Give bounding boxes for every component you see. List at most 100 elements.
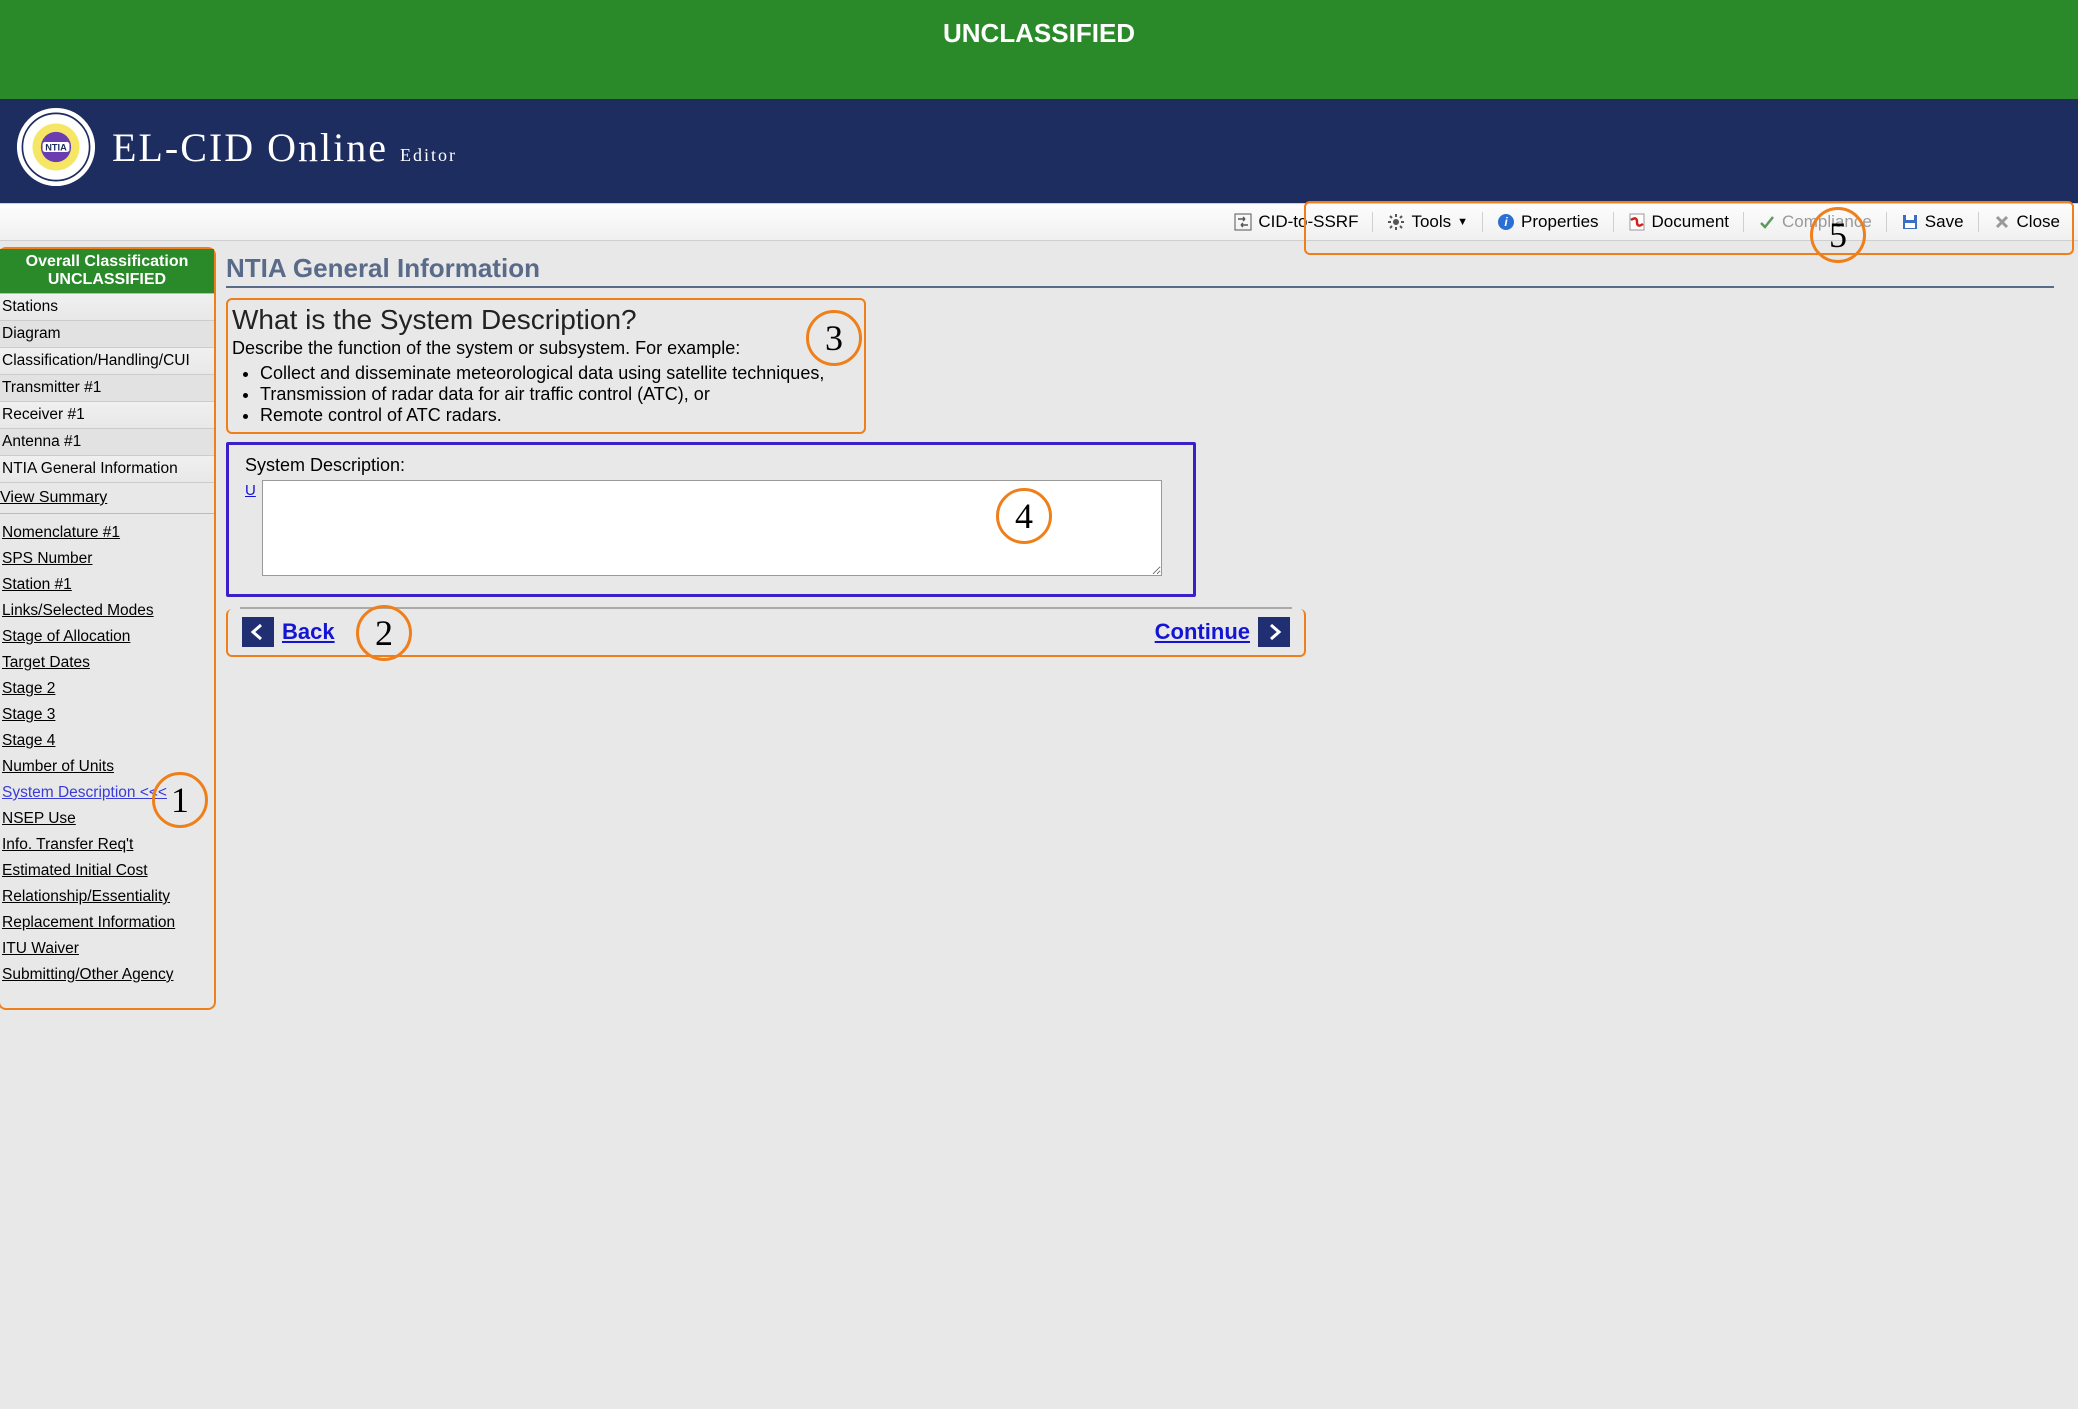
sidebar-link-item[interactable]: Relationship/Essentiality bbox=[0, 884, 214, 910]
sidebar-item-antenna1[interactable]: Antenna #1 bbox=[0, 429, 214, 456]
sidebar-link-label: Info. Transfer Req't bbox=[2, 836, 133, 853]
sidebar-link-item[interactable]: System Description <<< bbox=[0, 780, 214, 806]
system-description-textarea[interactable] bbox=[262, 480, 1162, 576]
tools-dropdown[interactable]: Tools ▼ bbox=[1377, 208, 1478, 236]
sidebar-link-label: Stage 2 bbox=[2, 680, 55, 697]
continue-label: Continue bbox=[1155, 619, 1250, 645]
arrow-right-icon bbox=[1258, 617, 1290, 647]
sidebar-link-label: Relationship/Essentiality bbox=[2, 888, 170, 905]
back-button[interactable]: Back bbox=[242, 617, 335, 647]
sidebar-item-receiver1[interactable]: Receiver #1 bbox=[0, 402, 214, 429]
sidebar-link-item[interactable]: Station #1 bbox=[0, 572, 214, 598]
sidebar-item-transmitter1[interactable]: Transmitter #1 bbox=[0, 375, 214, 402]
classification-text: UNCLASSIFIED bbox=[943, 18, 1135, 48]
sidebar-top-list: Stations Diagram Classification/Handling… bbox=[0, 294, 214, 483]
logo-text: NTIA bbox=[45, 142, 67, 152]
sidebar-link-label: Stage 3 bbox=[2, 706, 55, 723]
separator bbox=[1482, 212, 1483, 232]
sidebar-link-label: ITU Waiver bbox=[2, 940, 79, 957]
classification-banner: UNCLASSIFIED bbox=[0, 0, 2078, 99]
save-label: Save bbox=[1925, 212, 1964, 232]
bullet-item: Remote control of ATC radars. bbox=[260, 405, 856, 426]
save-icon bbox=[1901, 213, 1919, 231]
compliance-button: Compliance bbox=[1748, 208, 1882, 236]
content-area: NTIA General Information What is the Sys… bbox=[216, 241, 2078, 1010]
arrow-left-icon bbox=[242, 617, 274, 647]
sidebar-link-item[interactable]: ITU Waiver bbox=[0, 936, 214, 962]
classification-box: Overall Classification UNCLASSIFIED bbox=[0, 249, 214, 294]
sidebar-link-label: NSEP Use bbox=[2, 810, 76, 827]
app-title: EL-CID Online Editor bbox=[112, 124, 457, 171]
sidebar-link-item[interactable]: Info. Transfer Req't bbox=[0, 832, 214, 858]
section-title: NTIA General Information bbox=[226, 253, 2054, 288]
document-label: Document bbox=[1652, 212, 1729, 232]
bullet-item: Transmission of radar data for air traff… bbox=[260, 384, 856, 405]
question-title: What is the System Description? bbox=[232, 304, 856, 336]
sidebar-links-list: Nomenclature #1 SPS Number Station #1 Links… bbox=[0, 520, 214, 988]
sidebar-item-classhandling[interactable]: Classification/Handling/CUI bbox=[0, 348, 214, 375]
save-button[interactable]: Save bbox=[1891, 208, 1974, 236]
back-label: Back bbox=[282, 619, 335, 645]
bullet-item: Collect and disseminate meteorological d… bbox=[260, 363, 856, 384]
title-sub: Editor bbox=[400, 145, 457, 165]
swap-icon bbox=[1234, 213, 1252, 231]
tools-label: Tools bbox=[1411, 212, 1451, 232]
sidebar-link-item[interactable]: Stage 3 bbox=[0, 702, 214, 728]
sidebar-link-item[interactable]: Target Dates bbox=[0, 650, 214, 676]
gear-icon bbox=[1387, 213, 1405, 231]
sidebar-link-label: Stage 4 bbox=[2, 732, 55, 749]
question-bullets: Collect and disseminate meteorological d… bbox=[260, 363, 856, 426]
input-section: System Description: U bbox=[226, 442, 1196, 597]
system-description-label: System Description: bbox=[245, 455, 1177, 476]
sidebar-link-label: Estimated Initial Cost bbox=[2, 862, 148, 879]
sidebar-item-stations[interactable]: Stations bbox=[0, 294, 214, 321]
sidebar-link-label: Stage of Allocation bbox=[2, 628, 130, 645]
close-icon bbox=[1993, 213, 2011, 231]
sidebar-link-item[interactable]: SPS Number bbox=[0, 546, 214, 572]
pdf-icon bbox=[1628, 213, 1646, 231]
separator bbox=[1743, 212, 1744, 232]
sidebar-link-item[interactable]: Links/Selected Modes bbox=[0, 598, 214, 624]
separator bbox=[1886, 212, 1887, 232]
chevron-down-icon: ▼ bbox=[1457, 216, 1468, 228]
check-icon bbox=[1758, 213, 1776, 231]
sidebar-view-summary[interactable]: View Summary bbox=[0, 483, 214, 507]
sidebar-link-label: Target Dates bbox=[2, 654, 90, 671]
question-description: Describe the function of the system or s… bbox=[232, 338, 856, 426]
sidebar-link-label: Station #1 bbox=[2, 576, 72, 593]
document-button[interactable]: Document bbox=[1618, 208, 1739, 236]
sidebar-link-item[interactable]: Nomenclature #1 bbox=[0, 520, 214, 546]
sidebar-link-label: Replacement Information bbox=[2, 914, 175, 931]
ntia-logo: NTIA bbox=[14, 105, 98, 189]
app-header: NTIA EL-CID Online Editor bbox=[0, 99, 2078, 203]
cid-to-ssrf-button[interactable]: CID-to-SSRF bbox=[1224, 208, 1368, 236]
separator bbox=[1978, 212, 1979, 232]
separator bbox=[1613, 212, 1614, 232]
class-line2: UNCLASSIFIED bbox=[4, 271, 210, 289]
sidebar-item-ntia-general[interactable]: NTIA General Information bbox=[0, 456, 214, 483]
properties-button[interactable]: i Properties bbox=[1487, 208, 1608, 236]
classification-marker-u[interactable]: U bbox=[245, 480, 256, 499]
close-button[interactable]: Close bbox=[1983, 208, 2070, 236]
sidebar-link-item[interactable]: NSEP Use bbox=[0, 806, 214, 832]
sidebar-link-label: Submitting/Other Agency bbox=[2, 966, 173, 983]
sidebar-item-diagram[interactable]: Diagram bbox=[0, 321, 214, 348]
question-box: What is the System Description? Describe… bbox=[226, 298, 866, 434]
info-icon: i bbox=[1497, 213, 1515, 231]
close-label: Close bbox=[2017, 212, 2060, 232]
sidebar-link-item[interactable]: Submitting/Other Agency bbox=[0, 962, 214, 988]
properties-label: Properties bbox=[1521, 212, 1598, 232]
sidebar-link-label: System Description <<< bbox=[2, 784, 167, 801]
sidebar-link-item[interactable]: Stage 4 bbox=[0, 728, 214, 754]
sidebar-link-item[interactable]: Number of Units bbox=[0, 754, 214, 780]
sidebar-link-item[interactable]: Replacement Information bbox=[0, 910, 214, 936]
sidebar-link-item[interactable]: Estimated Initial Cost bbox=[0, 858, 214, 884]
sidebar: Overall Classification UNCLASSIFIED Stat… bbox=[0, 247, 216, 1010]
sidebar-link-label: Nomenclature #1 bbox=[2, 524, 120, 541]
continue-button[interactable]: Continue bbox=[1155, 617, 1290, 647]
sidebar-link-label: SPS Number bbox=[2, 550, 92, 567]
toolbar: CID-to-SSRF Tools ▼ i Properties Documen… bbox=[0, 203, 2078, 241]
sidebar-link-item[interactable]: Stage of Allocation bbox=[0, 624, 214, 650]
sidebar-link-item[interactable]: Stage 2 bbox=[0, 676, 214, 702]
separator bbox=[1372, 212, 1373, 232]
